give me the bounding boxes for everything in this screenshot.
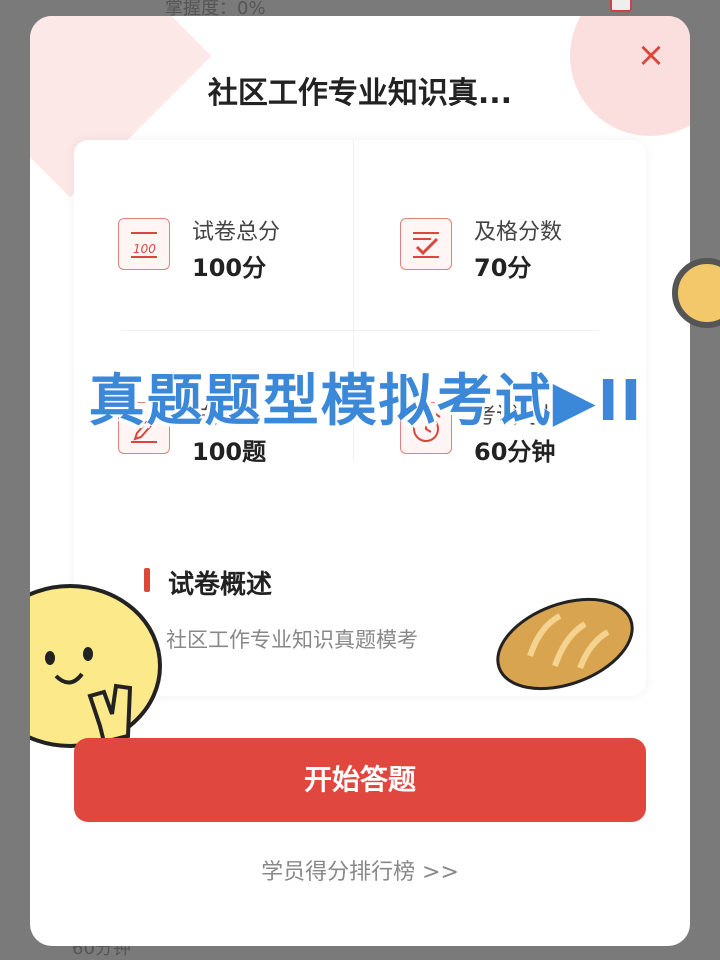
close-icon[interactable]: × bbox=[634, 38, 668, 72]
stat-value: 70分 bbox=[474, 254, 532, 282]
stat-value: 100分 bbox=[192, 254, 267, 282]
start-exam-button[interactable]: 开始答题 bbox=[74, 738, 646, 822]
stat-pass-score: 及格分数 70分 bbox=[400, 214, 620, 284]
overview-description: 社区工作专业知识真题模考 bbox=[166, 628, 418, 652]
overlay-caption: 真题题型模拟考试▶II bbox=[88, 369, 644, 434]
stat-value: 100题 bbox=[192, 438, 267, 466]
pass-check-icon bbox=[400, 218, 452, 270]
stat-total-score: 100 试卷总分 100分 bbox=[118, 214, 338, 284]
svg-text:100: 100 bbox=[133, 242, 156, 256]
exam-info-modal: × 社区工作专业知识真... 100 试卷总分 100分 及格分数 70分 总题… bbox=[30, 16, 690, 946]
divider bbox=[122, 330, 598, 331]
score-sheet-icon: 100 bbox=[118, 218, 170, 270]
ranking-link[interactable]: 学员得分排行榜 >> bbox=[30, 854, 690, 886]
stat-label: 及格分数 bbox=[474, 220, 563, 245]
chick-sticker bbox=[30, 584, 162, 748]
bread-sticker bbox=[496, 597, 634, 691]
modal-title: 社区工作专业知识真... bbox=[207, 76, 513, 111]
background-checkbox-icon bbox=[610, 0, 632, 12]
stat-label: 试卷总分 bbox=[192, 220, 281, 245]
stat-value: 60分钟 bbox=[474, 438, 556, 466]
